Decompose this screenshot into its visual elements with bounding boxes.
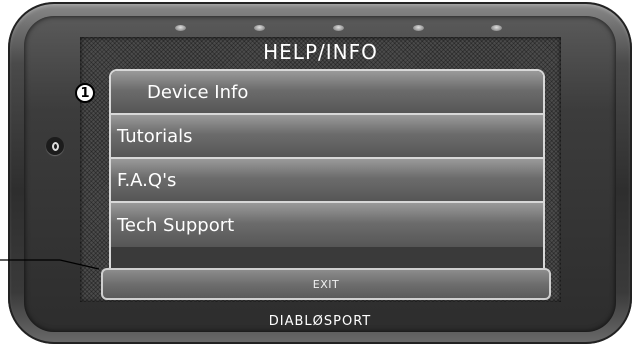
callout-badge: 1: [75, 83, 95, 103]
menu-item-label: F.A.Q's: [117, 169, 177, 191]
indicator-led: [333, 25, 344, 31]
menu-item-faqs[interactable]: F.A.Q's: [111, 159, 543, 203]
page-title: HELP/INFO: [263, 40, 378, 64]
power-icon: [51, 141, 59, 151]
help-menu: Device Info Tutorials F.A.Q's Tech Suppo…: [109, 69, 545, 293]
brand-logo: DIABLØSPORT: [268, 314, 372, 329]
menu-item-tech-support[interactable]: Tech Support: [111, 203, 543, 247]
power-button[interactable]: [46, 137, 64, 155]
menu-item-label: Tutorials: [117, 125, 193, 147]
indicator-led: [491, 25, 502, 31]
menu-item-label: Device Info: [147, 81, 249, 103]
callout-leader-line: [0, 259, 100, 270]
exit-button[interactable]: EXIT: [101, 268, 551, 300]
device-screen: HELP/INFO Device Info Tutorials F.A.Q's …: [80, 37, 561, 302]
indicator-led: [175, 25, 186, 31]
menu-item-label: Tech Support: [117, 214, 235, 236]
menu-item-device-info[interactable]: Device Info: [111, 71, 543, 115]
indicator-led: [413, 25, 424, 31]
menu-item-tutorials[interactable]: Tutorials: [111, 115, 543, 159]
indicator-led: [254, 25, 265, 31]
